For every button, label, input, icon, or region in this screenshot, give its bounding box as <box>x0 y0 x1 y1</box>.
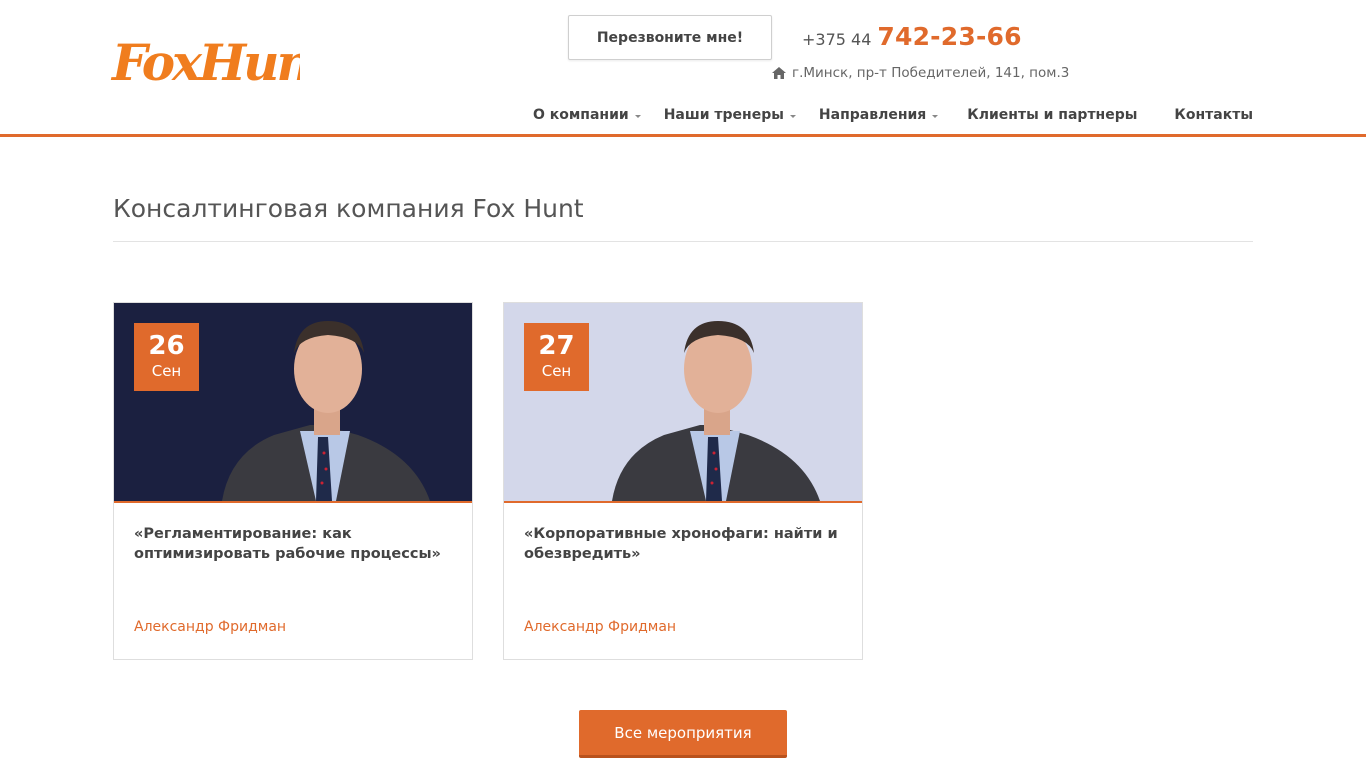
phone-number[interactable]: +375 44 742-23-66 <box>802 22 1022 54</box>
caret-down-icon <box>932 114 939 118</box>
event-card[interactable]: 27 Сен «Корпоративные хронофаги: найти и… <box>503 302 863 660</box>
nav-item-directions[interactable]: Направления <box>818 107 939 123</box>
all-events-button[interactable]: Все мероприятия <box>579 710 787 758</box>
event-title[interactable]: «Корпоративные хронофаги: найти и обезвр… <box>524 524 844 564</box>
nav-item-label: Направления <box>818 107 927 123</box>
event-author[interactable]: Александр Фридман <box>524 619 676 635</box>
callback-button[interactable]: Перезвоните мне! <box>568 15 772 60</box>
date-month: Сен <box>151 362 182 380</box>
event-author[interactable]: Александр Фридман <box>134 619 286 635</box>
phone-prefix: +375 44 <box>802 30 872 49</box>
date-badge: 26 Сен <box>134 323 199 391</box>
foxhunt-logo[interactable]: FoxHunt <box>110 14 336 92</box>
nav-item-label: Клиенты и партнеры <box>967 107 1138 123</box>
image-accent-line <box>114 501 472 503</box>
nav-item-label: О компании <box>532 107 629 123</box>
nav-item-trainers[interactable]: Наши тренеры <box>664 107 796 123</box>
caret-down-icon <box>634 114 641 118</box>
site-header: FoxHunt Перезвоните мне! +375 44 742-23-… <box>0 0 1366 137</box>
nav-item-label: Наши тренеры <box>663 107 784 123</box>
page-title: Консалтинговая компания Fox Hunt <box>113 194 584 223</box>
nav-item-about[interactable]: О компании <box>533 107 641 123</box>
title-divider <box>113 241 1253 242</box>
home-icon <box>772 67 786 79</box>
main-nav: О компании Наши тренеры Направления Клие… <box>533 100 1253 130</box>
date-day: 27 <box>538 331 575 361</box>
svg-text:FoxHunt: FoxHunt <box>110 33 300 88</box>
date-badge: 27 Сен <box>524 323 589 391</box>
event-card[interactable]: 26 Сен «Регламентирование: как оптимизир… <box>113 302 473 660</box>
date-month: Сен <box>541 362 572 380</box>
phone-main: 742-23-66 <box>877 22 1022 51</box>
event-image: 26 Сен <box>114 303 472 501</box>
address-text: г.Минск, пр-т Победителей, 141, пом.3 <box>792 65 1070 81</box>
nav-item-label: Контакты <box>1174 107 1253 123</box>
nav-item-clients[interactable]: Клиенты и партнеры <box>967 107 1137 123</box>
caret-down-icon <box>789 114 796 118</box>
image-accent-line <box>504 501 862 503</box>
nav-item-contacts[interactable]: Контакты <box>1174 107 1253 123</box>
date-day: 26 <box>148 331 185 361</box>
event-image: 27 Сен <box>504 303 862 501</box>
event-title[interactable]: «Регламентирование: как оптимизировать р… <box>134 524 454 564</box>
address: г.Минск, пр-т Победителей, 141, пом.3 <box>772 63 1069 83</box>
